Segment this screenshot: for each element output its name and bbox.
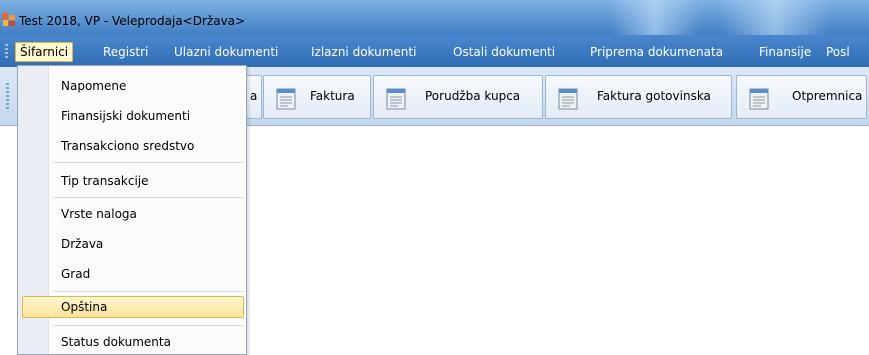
menu-item-highlight [22,296,244,318]
menu-item-status-dokumenta[interactable]: Status dokumenta [61,332,171,352]
menu-separator [54,325,244,326]
menu-posl[interactable]: Posl [826,43,850,61]
menu-item-opstina[interactable]: Opština [61,297,107,317]
menu-izlazni-dokumenti[interactable]: Izlazni dokumenti [311,43,416,61]
menu-item-tip-transakcije[interactable]: Tip transakcije [61,171,149,191]
menu-item-grad[interactable]: Grad [61,264,90,284]
menu-finansije[interactable]: Finansije [759,43,811,61]
menu-item-vrste-naloga[interactable]: Vrste naloga [61,204,137,224]
menu-item-transakciono-sredstvo[interactable]: Transakciono sredstvo [61,136,194,156]
title-glow [610,0,700,35]
toolbar-button-label: Otpremnica [792,89,863,103]
menu-sifarnici[interactable]: Šifarnici [15,42,74,62]
menu-separator [54,291,244,292]
document-icon [276,88,296,110]
menu-ostali-dokumenti[interactable]: Ostali dokumenti [453,43,555,61]
menu-item-drzava[interactable]: Država [61,234,103,254]
menu-bar: Šifarnici Registri Ulazni dokumenti Izla… [0,35,869,67]
menu-separator [54,197,244,198]
menu-item-finansijski-dokumenti[interactable]: Finansijski dokumenti [61,106,190,126]
menu-item-napomene[interactable]: Napomene [61,76,126,96]
document-icon [558,88,578,110]
toolbar-button-faktura-gotovinska[interactable]: Faktura gotovinska [545,75,732,119]
title-bar: Test 2018, VP - Veleprodaja<Država> [0,0,869,35]
menu-registri[interactable]: Registri [103,43,148,61]
toolbar-button-otpremnica[interactable]: Otpremnica [736,75,867,119]
window-title: Test 2018, VP - Veleprodaja<Država> [19,14,246,28]
toolbar-button-label: Faktura gotovinska [597,89,711,103]
toolbar-button-label: a [250,89,258,103]
toolbar-grip[interactable] [6,83,9,109]
toolbar-button-porudzba-kupca[interactable]: Porudžba kupca [373,75,543,119]
menu-priprema-dokumenata[interactable]: Priprema dokumenata [590,43,723,61]
toolbar-button-label: Faktura [310,89,355,103]
menubar-grip[interactable] [5,44,8,58]
title-glow-2 [720,0,830,35]
document-icon [749,88,769,110]
toolbar-button-faktura[interactable]: Faktura [263,75,371,119]
toolbar-button-label: Porudžba kupca [425,89,521,103]
sifarnici-dropdown-menu: Napomene Finansijski dokumenti Transakci… [17,65,247,355]
menu-separator [54,162,244,163]
app-logo-icon [2,13,15,26]
menu-ulazni-dokumenti[interactable]: Ulazni dokumenti [174,43,278,61]
document-icon [386,88,406,110]
